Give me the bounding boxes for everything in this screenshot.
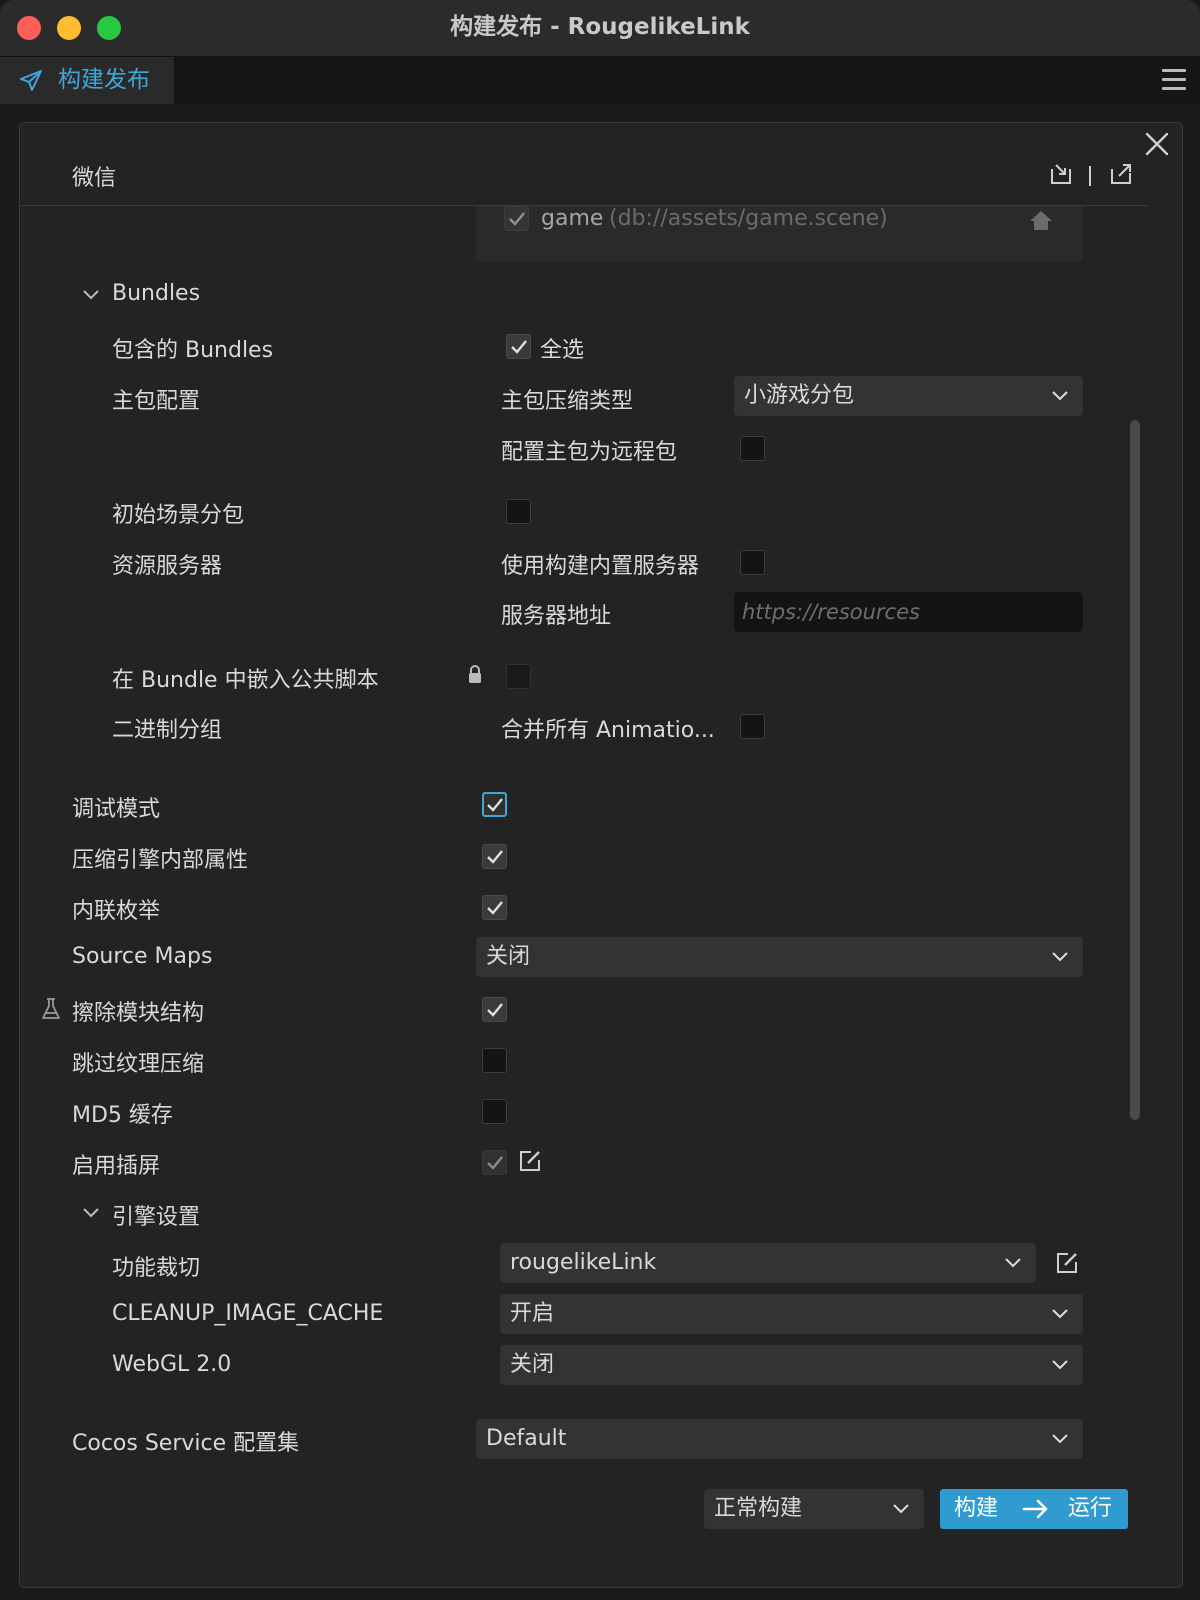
run-button-label: 运行 bbox=[1067, 1496, 1112, 1521]
check-icon bbox=[509, 212, 525, 226]
cocos-service-label: Cocos Service 配置集 bbox=[72, 1431, 300, 1456]
check-icon bbox=[487, 901, 503, 915]
remote-main-label: 配置主包为远程包 bbox=[501, 440, 678, 465]
tab-strip: 构建发布 bbox=[0, 57, 1200, 104]
debug-label: 调试模式 bbox=[72, 797, 161, 822]
source-maps-select[interactable]: 关闭 bbox=[476, 937, 1083, 977]
skip-texture-label: 跳过纹理压缩 bbox=[72, 1052, 205, 1077]
check-icon bbox=[487, 1156, 503, 1170]
compress-type-select[interactable]: 小游戏分包 bbox=[734, 376, 1083, 416]
initial-scene-label: 初始场景分包 bbox=[112, 503, 245, 528]
feature-cut-select[interactable]: rougelikeLink bbox=[500, 1243, 1036, 1283]
chevron-down-icon bbox=[1052, 952, 1068, 962]
cocos-service-select[interactable]: Default bbox=[476, 1419, 1083, 1459]
builtin-server-checkbox[interactable] bbox=[740, 550, 765, 575]
scene-path: (db://assets/game.scene) bbox=[609, 206, 888, 231]
inline-enum-checkbox[interactable] bbox=[482, 895, 507, 920]
build-window: 构建发布 - RougelikeLink 构建发布 微信 game (db://… bbox=[0, 0, 1200, 1600]
scene-name: game bbox=[541, 206, 604, 231]
scrollbar[interactable] bbox=[1130, 420, 1140, 1120]
lock-icon bbox=[469, 665, 481, 683]
splash-checkbox[interactable] bbox=[482, 1150, 507, 1175]
close-icon[interactable] bbox=[1143, 130, 1171, 158]
check-icon bbox=[487, 850, 503, 864]
resource-server-label: 资源服务器 bbox=[112, 554, 223, 579]
erase-modules-checkbox[interactable] bbox=[482, 997, 507, 1022]
erase-modules-label: 擦除模块结构 bbox=[72, 1001, 205, 1026]
export-icon[interactable] bbox=[1108, 161, 1134, 187]
webgl-select[interactable]: 关闭 bbox=[500, 1345, 1083, 1385]
splash-label: 启用插屏 bbox=[72, 1154, 161, 1179]
skip-texture-checkbox[interactable] bbox=[482, 1048, 507, 1073]
check-icon bbox=[487, 1003, 503, 1017]
chevron-down-icon bbox=[1052, 1360, 1068, 1370]
mangle-checkbox[interactable] bbox=[482, 844, 507, 869]
merge-anim-checkbox[interactable] bbox=[740, 714, 765, 739]
select-all-label: 全选 bbox=[540, 338, 585, 363]
mangle-label: 压缩引擎内部属性 bbox=[72, 848, 249, 873]
window-title: 构建发布 - RougelikeLink bbox=[450, 14, 750, 40]
flask-icon bbox=[42, 998, 60, 1019]
chevron-down-icon bbox=[893, 1504, 909, 1514]
check-icon bbox=[511, 340, 527, 354]
engine-section-label[interactable]: 引擎设置 bbox=[112, 1199, 200, 1231]
included-bundles-label: 包含的 Bundles bbox=[112, 338, 274, 363]
tab-build-label: 构建发布 bbox=[58, 67, 150, 93]
source-maps-label: Source Maps bbox=[72, 944, 213, 969]
feature-cut-value: rougelikeLink bbox=[510, 1250, 657, 1275]
header-separator bbox=[1089, 166, 1091, 186]
paper-plane-icon bbox=[20, 70, 42, 91]
cocos-service-value: Default bbox=[486, 1426, 567, 1451]
menu-icon[interactable] bbox=[1162, 69, 1186, 91]
bundles-section-label[interactable]: Bundles bbox=[112, 281, 200, 306]
import-icon[interactable] bbox=[1048, 161, 1074, 187]
binary-group-label: 二进制分组 bbox=[112, 718, 223, 743]
md5-checkbox[interactable] bbox=[482, 1099, 507, 1124]
edit-splash-icon[interactable] bbox=[517, 1148, 543, 1174]
embed-script-label: 在 Bundle 中嵌入公共脚本 bbox=[112, 668, 379, 693]
initial-scene-checkbox[interactable] bbox=[506, 499, 531, 524]
cleanup-cache-label: CLEANUP_IMAGE_CACHE bbox=[112, 1301, 384, 1326]
platform-title: 微信 bbox=[72, 166, 117, 191]
main-config-label: 主包配置 bbox=[112, 389, 201, 414]
md5-label: MD5 缓存 bbox=[72, 1103, 173, 1128]
tab-build[interactable]: 构建发布 bbox=[0, 57, 175, 104]
select-all-checkbox[interactable] bbox=[506, 334, 531, 359]
build-run-button[interactable]: 构建 运行 bbox=[940, 1489, 1128, 1529]
scene-list: game (db://assets/game.scene) bbox=[476, 206, 1083, 262]
feature-cut-label: 功能裁切 bbox=[112, 1256, 201, 1281]
source-maps-value: 关闭 bbox=[486, 944, 531, 969]
server-addr-placeholder: https://resources bbox=[742, 600, 920, 624]
chevron-down-icon bbox=[1052, 1309, 1068, 1319]
webgl-label: WebGL 2.0 bbox=[112, 1352, 232, 1377]
server-addr-label: 服务器地址 bbox=[501, 604, 612, 629]
chevron-down-icon[interactable] bbox=[82, 288, 100, 302]
compress-type-label: 主包压缩类型 bbox=[501, 389, 634, 414]
server-addr-input[interactable]: https://resources bbox=[734, 592, 1083, 632]
check-icon bbox=[487, 798, 503, 812]
edit-feature-cut-icon[interactable] bbox=[1054, 1250, 1080, 1276]
debug-checkbox[interactable] bbox=[482, 792, 507, 817]
home-icon bbox=[1030, 211, 1052, 230]
cleanup-cache-value: 开启 bbox=[510, 1301, 555, 1326]
remote-main-checkbox[interactable] bbox=[740, 436, 765, 461]
merge-anim-label: 合并所有 Animatio... bbox=[501, 718, 715, 743]
compress-type-value: 小游戏分包 bbox=[744, 383, 855, 408]
build-mode-select[interactable]: 正常构建 bbox=[704, 1489, 924, 1529]
builtin-server-label: 使用构建内置服务器 bbox=[501, 554, 700, 579]
inline-enum-label: 内联枚举 bbox=[72, 899, 161, 924]
embed-script-checkbox[interactable] bbox=[506, 664, 531, 689]
arrow-right-icon bbox=[1022, 1499, 1048, 1519]
build-mode-value: 正常构建 bbox=[714, 1496, 803, 1521]
settings-scroll-area[interactable]: game (db://assets/game.scene) Bundles 包含… bbox=[20, 206, 1148, 1468]
chevron-down-icon bbox=[1052, 1434, 1068, 1444]
scene-checkbox[interactable] bbox=[504, 206, 529, 231]
webgl-value: 关闭 bbox=[510, 1352, 555, 1377]
chevron-down-icon bbox=[1052, 391, 1068, 401]
chevron-down-icon bbox=[1005, 1258, 1021, 1268]
title-bar: 构建发布 - RougelikeLink bbox=[0, 0, 1200, 57]
cleanup-cache-select[interactable]: 开启 bbox=[500, 1294, 1083, 1334]
build-button-label: 构建 bbox=[954, 1496, 999, 1521]
chevron-down-icon[interactable] bbox=[82, 1206, 100, 1220]
